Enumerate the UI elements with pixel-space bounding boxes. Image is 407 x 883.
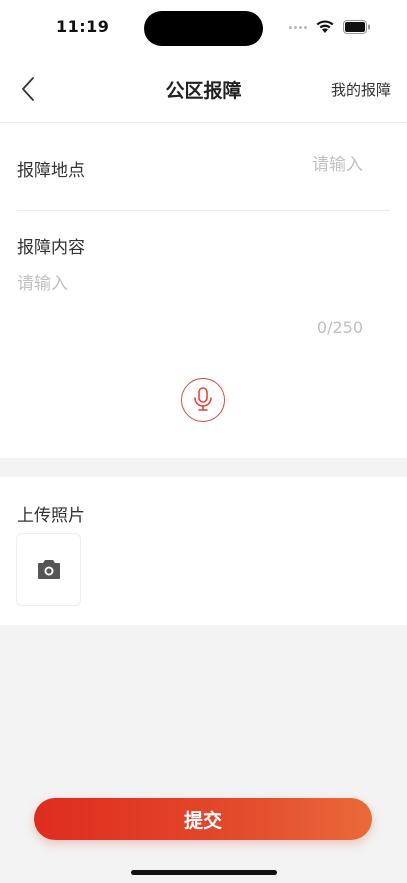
camera-icon <box>38 560 60 579</box>
photo-upload-section: 上传照片 <box>0 477 407 625</box>
location-input[interactable] <box>161 154 365 176</box>
report-form: 报障地点 报障内容 0/250 <box>0 123 407 458</box>
voice-input-button[interactable] <box>181 378 225 422</box>
status-bar: 11:19 <box>0 0 407 56</box>
wifi-icon <box>316 20 334 33</box>
photo-label: 上传照片 <box>17 506 85 526</box>
content-textarea[interactable] <box>17 269 377 309</box>
upload-photo-button[interactable] <box>16 533 81 606</box>
location-label: 报障地点 <box>17 161 85 181</box>
microphone-icon <box>194 387 212 411</box>
home-indicator <box>131 870 277 875</box>
divider <box>17 210 390 211</box>
my-reports-link[interactable]: 我的报障 <box>331 79 391 100</box>
content-label: 报障内容 <box>17 238 85 258</box>
dynamic-island <box>144 11 263 46</box>
char-count: 0/250 <box>316 318 363 337</box>
battery-icon <box>343 20 370 34</box>
nav-bar: 公区报障 我的报障 <box>0 56 407 123</box>
status-time: 11:19 <box>56 17 110 36</box>
signal-icon <box>289 26 307 29</box>
submit-button[interactable]: 提交 <box>34 798 372 840</box>
